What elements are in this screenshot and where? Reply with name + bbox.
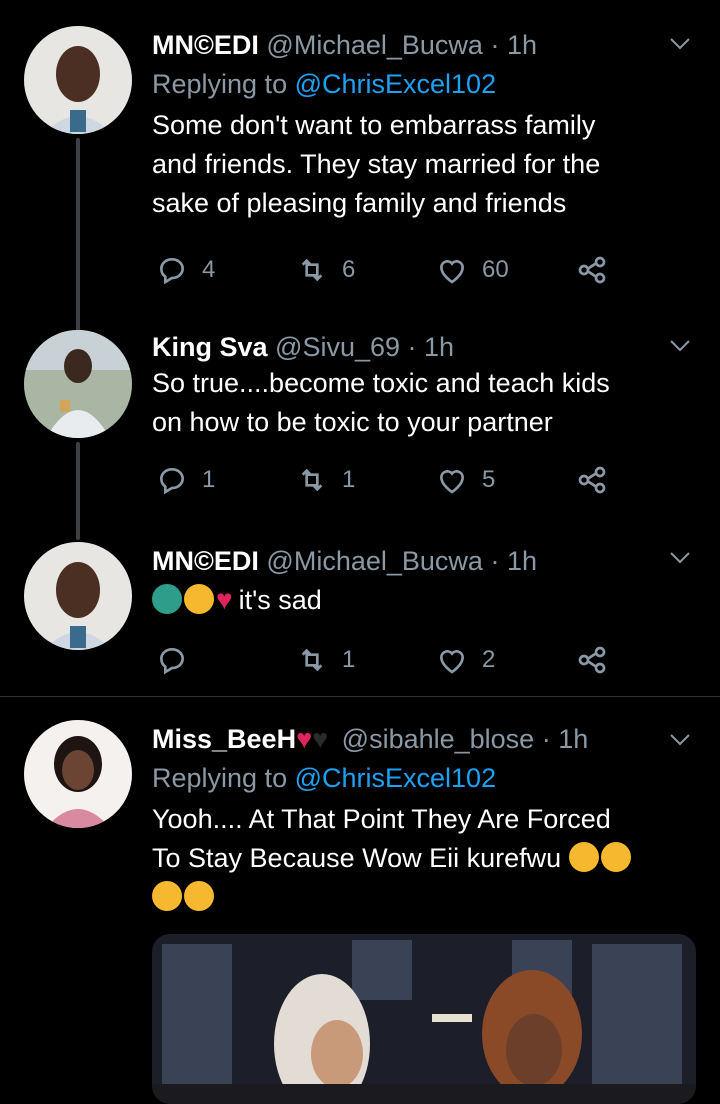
display-name[interactable]: MN©EDI <box>152 30 259 60</box>
display-name[interactable]: MN©EDI <box>152 546 259 576</box>
retweet-icon <box>301 468 323 492</box>
thread-line <box>76 138 80 338</box>
display-name[interactable]: King Sva <box>152 332 268 362</box>
retweet-icon <box>301 258 323 282</box>
black-heart-icon: ♥ <box>312 724 329 754</box>
tweet-1[interactable]: MN©EDI @Michael_Bucwa · 1h Replying to @… <box>0 0 720 338</box>
timestamp[interactable]: · 1h <box>490 30 537 60</box>
tweet-header: Miss_BeeH♥♥ @sibahle_blose · 1h <box>152 722 696 756</box>
thread-line <box>76 442 80 540</box>
share-button[interactable] <box>576 460 622 500</box>
avatar[interactable] <box>24 720 132 828</box>
retweet-icon <box>301 648 323 672</box>
tweet-media-image[interactable] <box>152 934 696 1104</box>
crying-face-icon <box>184 584 214 614</box>
tweet-2[interactable]: King Sva @Sivu_69 · 1h So true....become… <box>0 330 720 540</box>
red-heart-icon: ♥ <box>296 724 313 754</box>
tears-of-joy-icon <box>568 842 599 872</box>
share-button[interactable] <box>576 250 622 290</box>
handle[interactable]: @Michael_Bucwa <box>266 30 483 60</box>
like-count: 2 <box>482 646 496 673</box>
tweet-actions: 1 1 5 <box>152 460 632 500</box>
chevron-down-icon[interactable] <box>668 548 692 568</box>
chevron-down-icon[interactable] <box>668 336 692 356</box>
avatar[interactable] <box>24 542 132 650</box>
tweet-header: King Sva @Sivu_69 · 1h <box>152 330 696 364</box>
heart-icon <box>439 650 465 674</box>
tears-of-joy-icon <box>184 881 214 911</box>
reply-icon <box>159 257 185 285</box>
display-name[interactable]: Miss_BeeH <box>152 724 296 754</box>
share-icon <box>578 466 606 494</box>
like-button[interactable]: 5 <box>436 460 495 500</box>
retweet-button[interactable]: 1 <box>296 640 355 680</box>
like-count: 60 <box>482 256 509 283</box>
tweet-header: MN©EDI @Michael_Bucwa · 1h <box>152 28 696 62</box>
retweet-button[interactable]: 6 <box>296 250 355 290</box>
reply-icon <box>159 467 185 495</box>
like-button[interactable]: 60 <box>436 250 509 290</box>
chevron-down-icon[interactable] <box>668 34 692 54</box>
reply-button[interactable]: 1 <box>156 460 215 500</box>
retweet-button[interactable]: 1 <box>296 460 355 500</box>
timestamp[interactable]: · 1h <box>542 724 589 754</box>
chevron-down-icon[interactable] <box>668 730 692 750</box>
replying-to: Replying to @ChrisExcel102 <box>152 763 497 793</box>
heart-icon <box>439 470 465 494</box>
broken-heart-icon: ♥ <box>216 584 233 615</box>
like-count: 5 <box>482 466 496 493</box>
retweet-count: 1 <box>342 466 356 493</box>
tweet-text: ♥ it's sad <box>152 580 696 620</box>
reply-button[interactable]: 4 <box>156 250 215 290</box>
handle[interactable]: @Michael_Bucwa <box>266 546 483 576</box>
retweet-count: 1 <box>342 646 356 673</box>
handle[interactable]: @sibahle_blose <box>342 724 535 754</box>
heart-icon <box>439 260 465 284</box>
handle[interactable]: @Sivu_69 <box>275 332 400 362</box>
reply-count: 1 <box>202 466 216 493</box>
timestamp[interactable]: · 1h <box>408 332 455 362</box>
retweet-count: 6 <box>342 256 356 283</box>
avatar[interactable] <box>24 26 132 134</box>
reply-icon <box>159 647 185 675</box>
reply-count: 4 <box>202 256 216 283</box>
tweet-3[interactable]: MN©EDI @Michael_Bucwa · 1h ♥ it's sad 1 2 <box>0 542 720 694</box>
tweet-text: Yooh.... At That Point They Are Forced T… <box>152 800 696 917</box>
share-icon <box>578 256 606 284</box>
woman-gesturing-no-icon <box>152 584 182 614</box>
replying-to: Replying to @ChrisExcel102 <box>152 69 497 99</box>
share-icon <box>578 646 606 674</box>
tweet-divider <box>0 696 720 697</box>
tweet-text: Some don't want to embarrass family and … <box>152 110 601 218</box>
tears-of-joy-icon <box>152 881 182 911</box>
avatar[interactable] <box>24 330 132 438</box>
tears-of-joy-icon <box>600 842 631 872</box>
tweet-actions: 4 6 60 <box>152 250 632 290</box>
mention-link[interactable]: @ChrisExcel102 <box>295 69 497 99</box>
share-button[interactable] <box>576 640 622 680</box>
tweet-header: MN©EDI @Michael_Bucwa · 1h <box>152 544 696 578</box>
tweet-actions: 1 2 <box>152 640 632 680</box>
photo-preview <box>152 934 696 1104</box>
tweet-text: So true....become toxic and teach kids o… <box>152 368 610 437</box>
timestamp[interactable]: · 1h <box>490 546 537 576</box>
reply-button[interactable] <box>156 640 202 680</box>
mention-link[interactable]: @ChrisExcel102 <box>295 763 497 793</box>
like-button[interactable]: 2 <box>436 640 495 680</box>
